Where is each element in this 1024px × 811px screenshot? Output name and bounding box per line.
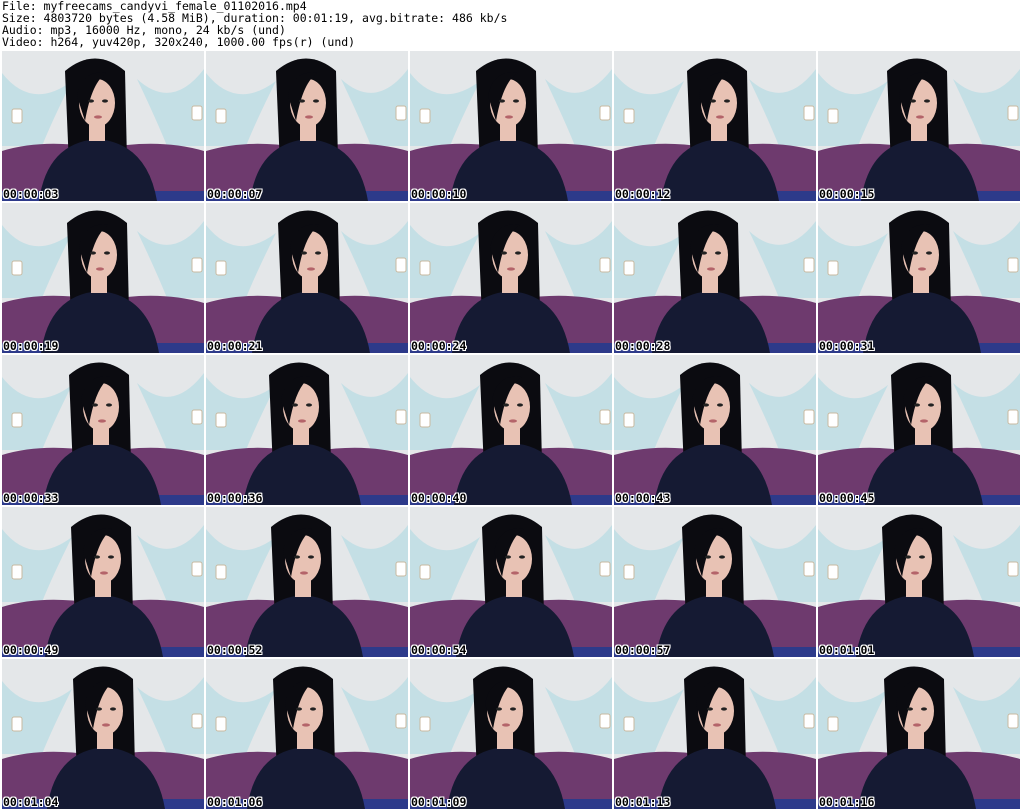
video-thumbnail[interactable]: 00:00:07	[206, 51, 408, 201]
timestamp-label: 00:00:33	[3, 491, 59, 505]
timestamp-label: 00:00:19	[3, 339, 59, 353]
webcam-frame-image	[410, 51, 612, 201]
webcam-frame-image	[818, 203, 1020, 353]
webcam-frame-image	[410, 203, 612, 353]
webcam-frame-image	[614, 507, 816, 657]
video-thumbnail[interactable]: 00:01:01	[818, 507, 1020, 657]
timestamp-label: 00:00:15	[819, 187, 875, 201]
video-thumbnail[interactable]: 00:00:10	[410, 51, 612, 201]
webcam-frame-image	[2, 659, 204, 809]
timestamp-label: 00:00:28	[615, 339, 671, 353]
webcam-frame-image	[614, 203, 816, 353]
timestamp-label: 00:01:13	[615, 795, 671, 809]
webcam-frame-image	[614, 51, 816, 201]
timestamp-label: 00:00:57	[615, 643, 671, 657]
video-thumbnail[interactable]: 00:00:12	[614, 51, 816, 201]
webcam-frame-image	[206, 355, 408, 505]
webcam-frame-image	[2, 51, 204, 201]
timestamp-label: 00:01:06	[207, 795, 263, 809]
video-thumbnail[interactable]: 00:00:24	[410, 203, 612, 353]
video-thumbnail[interactable]: 00:00:40	[410, 355, 612, 505]
video-thumbnail[interactable]: 00:00:45	[818, 355, 1020, 505]
video-thumbnail[interactable]: 00:00:52	[206, 507, 408, 657]
video-thumbnail[interactable]: 00:01:04	[2, 659, 204, 809]
webcam-frame-image	[206, 507, 408, 657]
webcam-frame-image	[410, 659, 612, 809]
video-thumbnail[interactable]: 00:00:33	[2, 355, 204, 505]
video-thumbnail[interactable]: 00:00:54	[410, 507, 612, 657]
webcam-frame-image	[818, 355, 1020, 505]
timestamp-label: 00:00:54	[411, 643, 467, 657]
timestamp-label: 00:00:31	[819, 339, 875, 353]
timestamp-label: 00:01:09	[411, 795, 467, 809]
video-thumbnail[interactable]: 00:01:13	[614, 659, 816, 809]
file-info-header: File: myfreecams_candyvi_female_01102016…	[2, 0, 507, 48]
webcam-frame-image	[2, 203, 204, 353]
video-thumbnail[interactable]: 00:00:28	[614, 203, 816, 353]
video-thumbnail[interactable]: 00:00:21	[206, 203, 408, 353]
thumbnail-grid: 00:00:03 00:00:07 00:00:10 00:00:12 00:00:15…	[2, 51, 1022, 811]
webcam-frame-image	[818, 51, 1020, 201]
timestamp-label: 00:00:21	[207, 339, 263, 353]
timestamp-label: 00:00:40	[411, 491, 467, 505]
timestamp-label: 00:00:24	[411, 339, 467, 353]
webcam-frame-image	[614, 659, 816, 809]
webcam-frame-image	[818, 659, 1020, 809]
timestamp-label: 00:00:45	[819, 491, 875, 505]
video-thumbnail[interactable]: 00:00:03	[2, 51, 204, 201]
video-info-line: Video: h264, yuv420p, 320x240, 1000.00 f…	[2, 35, 356, 49]
webcam-frame-image	[2, 507, 204, 657]
webcam-frame-image	[818, 507, 1020, 657]
video-thumbnail[interactable]: 00:01:09	[410, 659, 612, 809]
timestamp-label: 00:00:03	[3, 187, 59, 201]
timestamp-label: 00:00:10	[411, 187, 467, 201]
timestamp-label: 00:00:07	[207, 187, 263, 201]
timestamp-label: 00:00:49	[3, 643, 59, 657]
timestamp-label: 00:00:43	[615, 491, 671, 505]
video-thumbnail[interactable]: 00:00:49	[2, 507, 204, 657]
webcam-frame-image	[614, 355, 816, 505]
timestamp-label: 00:00:12	[615, 187, 671, 201]
webcam-frame-image	[206, 203, 408, 353]
video-thumbnail[interactable]: 00:00:19	[2, 203, 204, 353]
timestamp-label: 00:00:36	[207, 491, 263, 505]
timestamp-label: 00:01:04	[3, 795, 59, 809]
video-thumbnail[interactable]: 00:01:06	[206, 659, 408, 809]
video-thumbnail[interactable]: 00:00:31	[818, 203, 1020, 353]
timestamp-label: 00:00:52	[207, 643, 263, 657]
webcam-frame-image	[410, 507, 612, 657]
video-thumbnail[interactable]: 00:01:16	[818, 659, 1020, 809]
webcam-frame-image	[410, 355, 612, 505]
webcam-frame-image	[2, 355, 204, 505]
timestamp-label: 00:01:16	[819, 795, 875, 809]
video-thumbnail[interactable]: 00:00:15	[818, 51, 1020, 201]
video-thumbnail[interactable]: 00:00:43	[614, 355, 816, 505]
video-thumbnail[interactable]: 00:00:36	[206, 355, 408, 505]
video-thumbnail[interactable]: 00:00:57	[614, 507, 816, 657]
webcam-frame-image	[206, 659, 408, 809]
webcam-frame-image	[206, 51, 408, 201]
timestamp-label: 00:01:01	[819, 643, 875, 657]
